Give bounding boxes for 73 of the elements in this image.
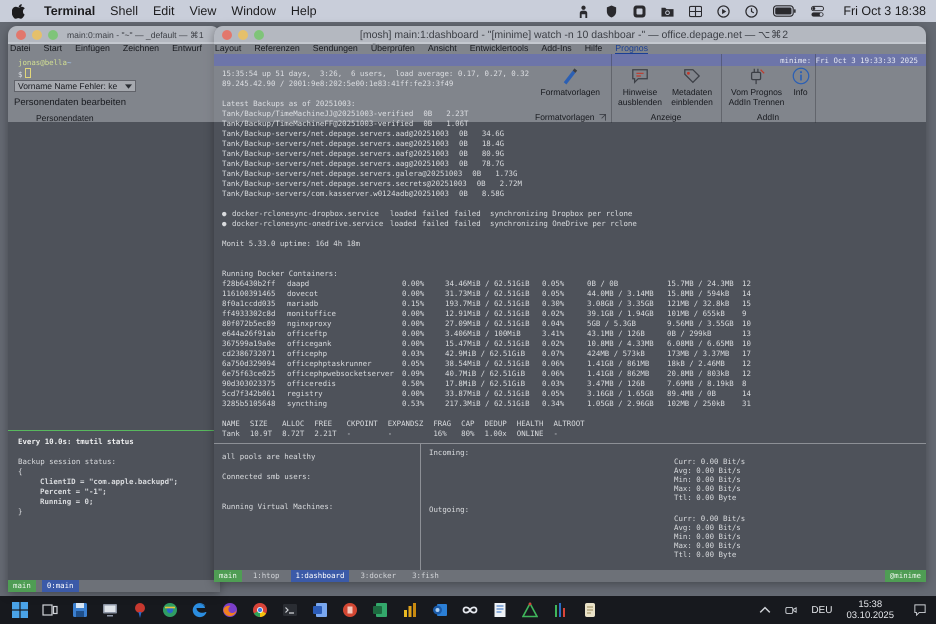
window-grid-icon[interactable] bbox=[689, 4, 702, 18]
control-center-icon[interactable] bbox=[811, 4, 824, 18]
start-icon[interactable] bbox=[12, 602, 28, 618]
ribbon-tab[interactable]: Referenzen bbox=[254, 42, 300, 54]
monitor-icon[interactable] bbox=[102, 602, 118, 618]
ribbon-button[interactable]: Hinweise ausblenden bbox=[616, 67, 664, 107]
info-icon bbox=[792, 67, 810, 85]
dropdown-field[interactable]: Vorname Name Fehler: ke bbox=[14, 80, 136, 92]
ribbon-group-label: Personendaten bbox=[36, 113, 94, 123]
ribbon-group-label: Anzeige bbox=[650, 112, 682, 122]
terminal-icon[interactable] bbox=[282, 602, 298, 618]
apple-icon[interactable] bbox=[12, 4, 25, 18]
language-indicator[interactable]: DEU bbox=[811, 604, 832, 616]
ribbon-tab[interactable]: Layout bbox=[214, 42, 242, 54]
ribbon-tab[interactable]: Ansicht bbox=[428, 42, 457, 54]
stacked-tiles-icon[interactable] bbox=[372, 602, 388, 618]
ribbon-tab[interactable]: Einfügen bbox=[75, 42, 110, 54]
ribbon-button[interactable]: Vom Prognos AddIn Trennen bbox=[726, 67, 787, 107]
tag-icon bbox=[683, 67, 702, 85]
ring-tile-icon[interactable] bbox=[432, 602, 448, 618]
note-icon[interactable] bbox=[582, 602, 598, 618]
ribbon-tab[interactable]: Prognos bbox=[615, 42, 648, 54]
pin-icon[interactable] bbox=[132, 602, 148, 618]
ribbon-button[interactable]: Formatvorlagen bbox=[540, 67, 600, 97]
ribbon-tab[interactable]: Überprüfen bbox=[370, 42, 415, 54]
caret-icon bbox=[125, 84, 132, 88]
menu-item[interactable]: Shell bbox=[110, 4, 138, 18]
bar-chart-icon[interactable] bbox=[402, 602, 418, 618]
window-title: main:0:main - "~" — _default — ⌘1 bbox=[67, 30, 204, 40]
ribbon-tab[interactable]: Entwicklertools bbox=[470, 42, 528, 54]
ribbon-tab[interactable]: Sendungen bbox=[312, 42, 358, 54]
battery-icon[interactable] bbox=[773, 5, 796, 17]
ribbon-tab[interactable]: Datei bbox=[10, 42, 31, 54]
menu-item[interactable]: View bbox=[190, 4, 216, 18]
swirl-icon[interactable] bbox=[192, 602, 208, 618]
text-cursor-icon bbox=[25, 68, 32, 78]
crescent-circle-icon[interactable] bbox=[222, 602, 238, 618]
ring-app-icon[interactable] bbox=[162, 602, 178, 618]
square-app-icon[interactable] bbox=[633, 4, 646, 18]
play-circle-icon[interactable] bbox=[717, 4, 730, 18]
ribbon-tab[interactable]: Entwurf bbox=[172, 42, 202, 54]
speech-bubble-icon bbox=[631, 67, 650, 85]
ribbon-button[interactable]: Personendaten bearbeiten bbox=[14, 97, 126, 108]
ribbon-button[interactable]: Info bbox=[792, 67, 810, 97]
shield-icon[interactable] bbox=[605, 4, 618, 18]
camera-icon[interactable] bbox=[785, 604, 798, 616]
notepad-icon[interactable] bbox=[492, 602, 508, 618]
menu-item[interactable]: Edit bbox=[152, 4, 175, 18]
menu-item[interactable]: Help bbox=[290, 4, 317, 18]
triangle-icon[interactable] bbox=[522, 602, 538, 618]
window-title: [mosh] main:1:dashboard - "[minime] watch -n 10 dashboar -" — office.depage.net — ⌥⌘2 bbox=[360, 29, 790, 41]
ribbon-group-label: Formatvorlagen bbox=[535, 112, 595, 122]
menu-bar-clock[interactable]: Fri Oct 3 18:38 bbox=[843, 4, 926, 18]
circle-sheet-icon[interactable] bbox=[342, 602, 358, 618]
clock-date[interactable]: 03.10.2025 bbox=[846, 610, 894, 621]
ribbon-button[interactable]: Metadaten einblenden bbox=[668, 67, 716, 107]
clock-time[interactable]: 15:38 bbox=[858, 599, 882, 610]
ribbon-tab[interactable]: Add-Ins bbox=[541, 42, 572, 54]
ribbon-tab[interactable]: Hilfe bbox=[584, 42, 602, 54]
ribbon-group-label: AddIn bbox=[756, 112, 780, 122]
menu-item[interactable]: Window bbox=[231, 4, 276, 18]
brush-icon bbox=[561, 67, 580, 85]
chevron-up-icon[interactable] bbox=[759, 604, 772, 616]
task-view-icon[interactable] bbox=[42, 602, 58, 618]
menu-item[interactable]: Terminal bbox=[44, 4, 96, 18]
dialog-launcher-icon[interactable] bbox=[598, 114, 606, 120]
notification-icon[interactable] bbox=[914, 604, 926, 616]
ribbon-tab[interactable]: Zeichnen bbox=[122, 42, 160, 54]
clock-icon[interactable] bbox=[745, 4, 758, 18]
vertical-bars-icon[interactable] bbox=[552, 602, 568, 618]
document-app-icon[interactable] bbox=[312, 602, 328, 618]
tricolor-circle-icon[interactable] bbox=[252, 602, 268, 618]
ribbon-tab[interactable]: Start bbox=[44, 42, 62, 54]
